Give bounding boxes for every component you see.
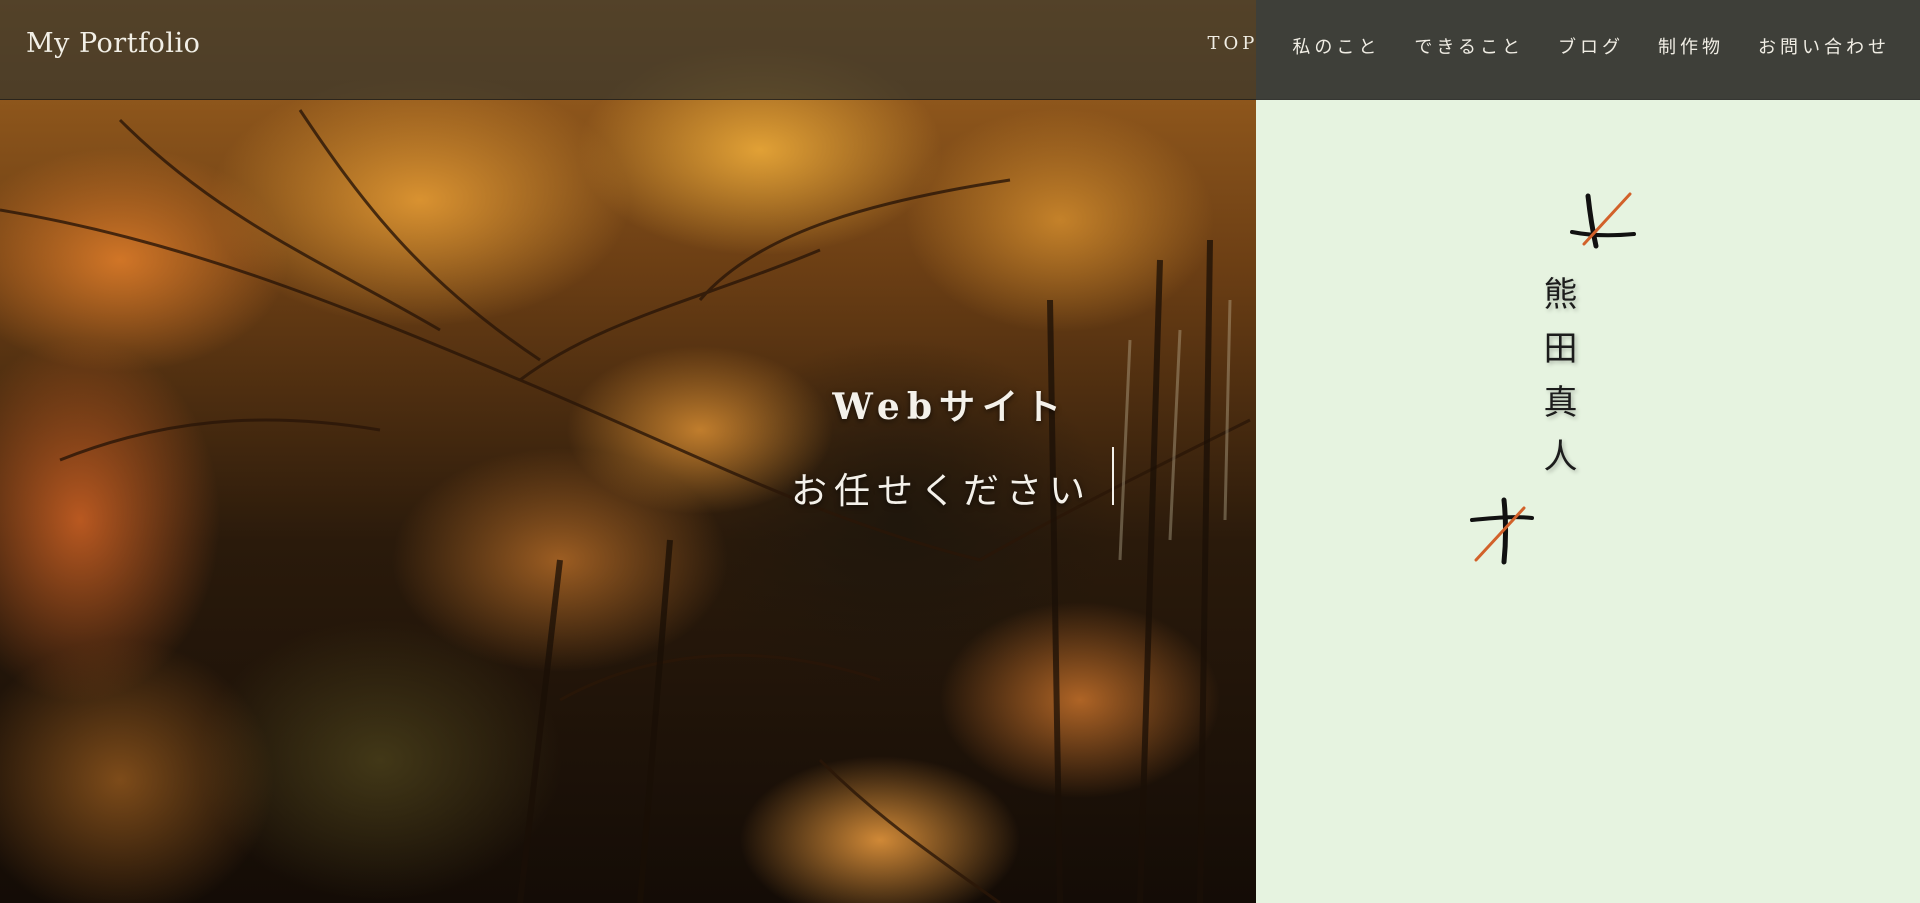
global-nav: TOP 私のこと できること ブログ 制作物 お問い合わせ [1173, 33, 1890, 59]
nav-item-contact[interactable]: お問い合わせ [1758, 33, 1890, 59]
profile-name-vertical: 熊田真人 [1537, 276, 1577, 492]
profile-panel [1256, 0, 1920, 903]
page: Webサイト お任せください 熊田真人 My Portfolio TOP 私のこ… [0, 0, 1920, 903]
brush-cross-mark-top [1570, 192, 1636, 249]
site-header: My Portfolio TOP 私のこと できること ブログ 制作物 お問い合… [0, 0, 1920, 100]
hero-catch-line-1: Webサイト [832, 386, 1068, 428]
brush-cross-mark-bottom [1470, 497, 1534, 565]
nav-item-blog[interactable]: ブログ [1558, 33, 1624, 59]
hero-section: Webサイト お任せください [0, 0, 1256, 903]
nav-item-skills[interactable]: できること [1414, 33, 1524, 59]
nav-item-top[interactable]: TOP [1207, 33, 1258, 59]
hero-catch-line-2: お任せください [790, 471, 1092, 512]
site-logo[interactable]: My Portfolio [26, 28, 200, 59]
nav-item-works[interactable]: 制作物 [1658, 33, 1724, 59]
hero-branches-overlay [0, 109, 1251, 903]
nav-item-about[interactable]: 私のこと [1292, 33, 1380, 59]
typing-cursor [1112, 447, 1114, 505]
